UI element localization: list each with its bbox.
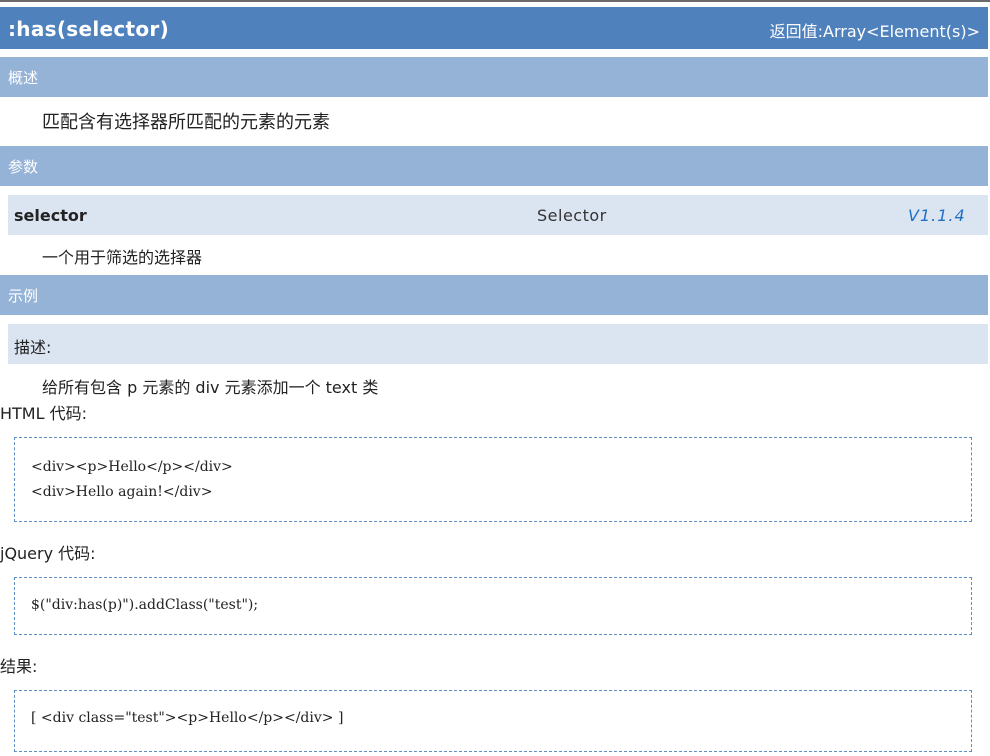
result-code-block: [ <div class="test"><p>Hello</p></div> ]: [14, 690, 972, 752]
param-description: 一个用于筛选的选择器: [42, 248, 203, 267]
result-code-line: [ <div class="test"><p>Hello</p></div> ]: [31, 710, 344, 726]
param-type: Selector: [537, 206, 607, 225]
title-bar: :has(selector) 返回值:Array<Element(s)>: [0, 7, 988, 49]
overview-description: 匹配含有选择器所匹配的元素的元素: [42, 112, 330, 133]
top-border: [0, 0, 990, 4]
return-value: 返回值:Array<Element(s)>: [769, 22, 980, 41]
jquery-code-block: $("div:has(p)").addClass("test");: [14, 577, 972, 635]
section-example-label: 示例: [8, 287, 39, 305]
result-label: 结果:: [0, 657, 38, 676]
example-desc-row: 描述:: [8, 324, 988, 364]
example-description: 给所有包含 p 元素的 div 元素添加一个 text 类: [42, 378, 379, 397]
section-example: 示例: [0, 275, 988, 315]
html-code-block: <div><p>Hello</p></div> <div>Hello again…: [14, 437, 972, 522]
jquery-code-label: jQuery 代码:: [0, 544, 96, 563]
example-desc-label: 描述:: [14, 338, 52, 357]
jquery-code-line: $("div:has(p)").addClass("test");: [31, 597, 259, 613]
param-row: selector Selector V1.1.4: [8, 195, 988, 235]
section-overview-label: 概述: [8, 69, 39, 87]
page-title: :has(selector): [8, 17, 170, 41]
html-code-line: <div>Hello again!</div>: [31, 484, 213, 500]
section-params-label: 参数: [8, 158, 39, 176]
section-params: 参数: [0, 146, 988, 186]
param-name: selector: [14, 206, 87, 225]
section-overview: 概述: [0, 57, 988, 97]
html-code-line: <div><p>Hello</p></div>: [31, 459, 233, 475]
html-code-label: HTML 代码:: [0, 404, 88, 423]
param-version: V1.1.4: [908, 206, 966, 225]
